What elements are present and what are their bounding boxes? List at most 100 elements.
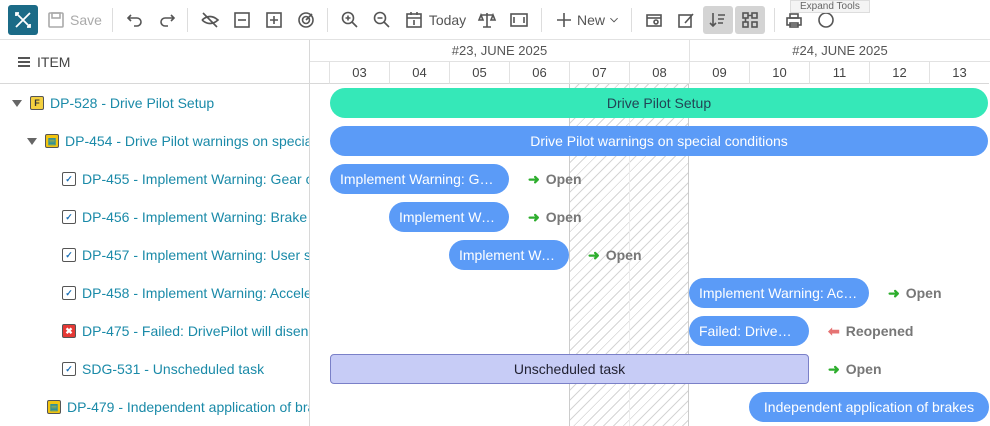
app-logo-icon[interactable] [8, 5, 38, 35]
day-header: 10 [749, 62, 809, 84]
tree-row[interactable]: ▤ DP-454 - Drive Pilot warnings on speci… [0, 122, 309, 160]
day-header: 09 [689, 62, 749, 84]
sort-icon [709, 13, 725, 28]
task-icon: ✓ [62, 210, 76, 224]
hide-button[interactable] [199, 6, 221, 34]
gantt-bar[interactable]: Implement Warning: Gear change [330, 164, 509, 194]
item-column-header[interactable]: ITEM [0, 40, 309, 84]
toolbar-divider [774, 8, 775, 32]
item-tree: ITEM F DP-528 - Drive Pilot Setup ▤ DP-4… [0, 40, 310, 426]
week-header: #24, JUNE 2025 [689, 40, 990, 62]
gantt-bar-unscheduled[interactable]: Unscheduled task [330, 354, 809, 384]
gantt-chart: #23, JUNE 2025 #24, JUNE 2025 03 04 05 0… [310, 40, 990, 426]
open-status-icon: ➜ [888, 284, 900, 301]
undo-button[interactable] [124, 6, 146, 34]
balance-button[interactable] [476, 6, 498, 34]
expand-icon [266, 12, 282, 28]
week-header: #23, JUNE 2025 [310, 40, 689, 62]
tree-row[interactable]: ✓ DP-455 - Implement Warning: Gear chang… [0, 160, 309, 198]
day-header: 03 [329, 62, 389, 84]
tree-row[interactable]: ✓ DP-457 - Implement Warning: User steer… [0, 236, 309, 274]
day-header: 04 [389, 62, 449, 84]
tooltip: Expand Tools [790, 0, 870, 13]
day-header: 05 [449, 62, 509, 84]
gantt-bar[interactable]: Independent application of brakes [749, 392, 989, 422]
gantt-bar[interactable]: Implement Warning: User steering [449, 240, 569, 270]
story-icon: ▤ [47, 400, 61, 414]
bug-icon: ✖ [62, 324, 76, 338]
zoom-in-icon [341, 11, 358, 28]
day-header: 12 [869, 62, 929, 84]
reopened-status-icon: ⬅ [828, 322, 840, 339]
undo-icon [126, 14, 142, 27]
status-badge[interactable]: ➜ Open [588, 246, 642, 264]
toolbar-divider [187, 8, 188, 32]
feature-icon: F [30, 96, 44, 110]
gantt-bar[interactable]: Implement Warning: Acceleration [689, 278, 869, 308]
calendar-icon [406, 12, 422, 28]
redo-button[interactable] [156, 6, 178, 34]
expand-button[interactable] [263, 6, 285, 34]
day-header-partial [310, 62, 329, 84]
tree-row[interactable]: ▤ DP-479 - Independent application of br… [0, 388, 309, 426]
menu-icon[interactable] [18, 55, 30, 69]
fit-button[interactable] [508, 6, 530, 34]
settings-icon [646, 14, 662, 27]
tree-row[interactable]: ✓ DP-456 - Implement Warning: Brake [0, 198, 309, 236]
save-button[interactable]: Save [46, 6, 102, 34]
story-icon: ▤ [45, 134, 59, 148]
today-button[interactable]: Today [403, 6, 467, 34]
task-icon: ✓ [62, 248, 76, 262]
task-icon: ✓ [62, 286, 76, 300]
open-status-icon: ➜ [528, 208, 540, 225]
caret-down-icon[interactable] [27, 137, 37, 145]
status-badge[interactable]: ➜ Open [888, 284, 942, 302]
hierarchy-icon [742, 12, 758, 28]
open-status-icon: ➜ [528, 170, 540, 187]
gantt-bar[interactable]: Implement Warning: Brake [389, 202, 509, 232]
new-button[interactable]: New [552, 6, 622, 34]
task-icon: ✓ [62, 172, 76, 186]
status-badge[interactable]: ➜ Open [528, 208, 582, 226]
tree-row[interactable]: ✖ DP-475 - Failed: DrivePilot will disen… [0, 312, 309, 350]
chevron-down-icon [610, 17, 618, 23]
fit-screen-icon [510, 13, 528, 27]
toolbar-divider [541, 8, 542, 32]
target-button[interactable] [295, 6, 317, 34]
tree-row[interactable]: F DP-528 - Drive Pilot Setup [0, 84, 309, 122]
day-header: 08 [629, 62, 689, 84]
zoom-in-button[interactable] [339, 6, 361, 34]
scale-icon [477, 12, 497, 28]
open-status-icon: ➜ [588, 246, 600, 263]
collapse-icon [234, 12, 250, 28]
status-badge[interactable]: ⬅ Reopened [828, 322, 913, 340]
task-icon: ✓ [62, 362, 76, 376]
plus-icon [556, 13, 571, 27]
eye-off-icon [201, 12, 220, 28]
hierarchy-button[interactable] [735, 6, 765, 34]
day-header: 13 [929, 62, 989, 84]
toolbar-divider [631, 8, 632, 32]
tree-row[interactable]: ✓ DP-458 - Implement Warning: Accelerati… [0, 274, 309, 312]
sort-button[interactable] [703, 6, 733, 34]
tree-row[interactable]: ✓ SDG-531 - Unscheduled task [0, 350, 309, 388]
gantt-bar[interactable]: Drive Pilot warnings on special conditio… [330, 126, 988, 156]
open-status-icon: ➜ [828, 360, 840, 377]
toolbar-divider [327, 8, 328, 32]
print-icon [786, 13, 802, 28]
gantt-bar[interactable]: Failed: DrivePilot will disengage [689, 316, 809, 346]
caret-down-icon[interactable] [12, 99, 22, 107]
edit-button[interactable] [675, 6, 697, 34]
gantt-bar[interactable]: Drive Pilot Setup [330, 88, 988, 118]
target-icon [298, 12, 314, 28]
toolbar-divider [112, 8, 113, 32]
zoom-out-button[interactable] [371, 6, 393, 34]
save-icon [48, 12, 64, 28]
status-badge[interactable]: ➜ Open [828, 360, 882, 378]
collapse-button[interactable] [231, 6, 253, 34]
day-header: 06 [509, 62, 569, 84]
zoom-out-icon [373, 11, 390, 28]
settings-button[interactable] [643, 6, 665, 34]
redo-icon [160, 14, 176, 27]
status-badge[interactable]: ➜ Open [528, 170, 582, 188]
